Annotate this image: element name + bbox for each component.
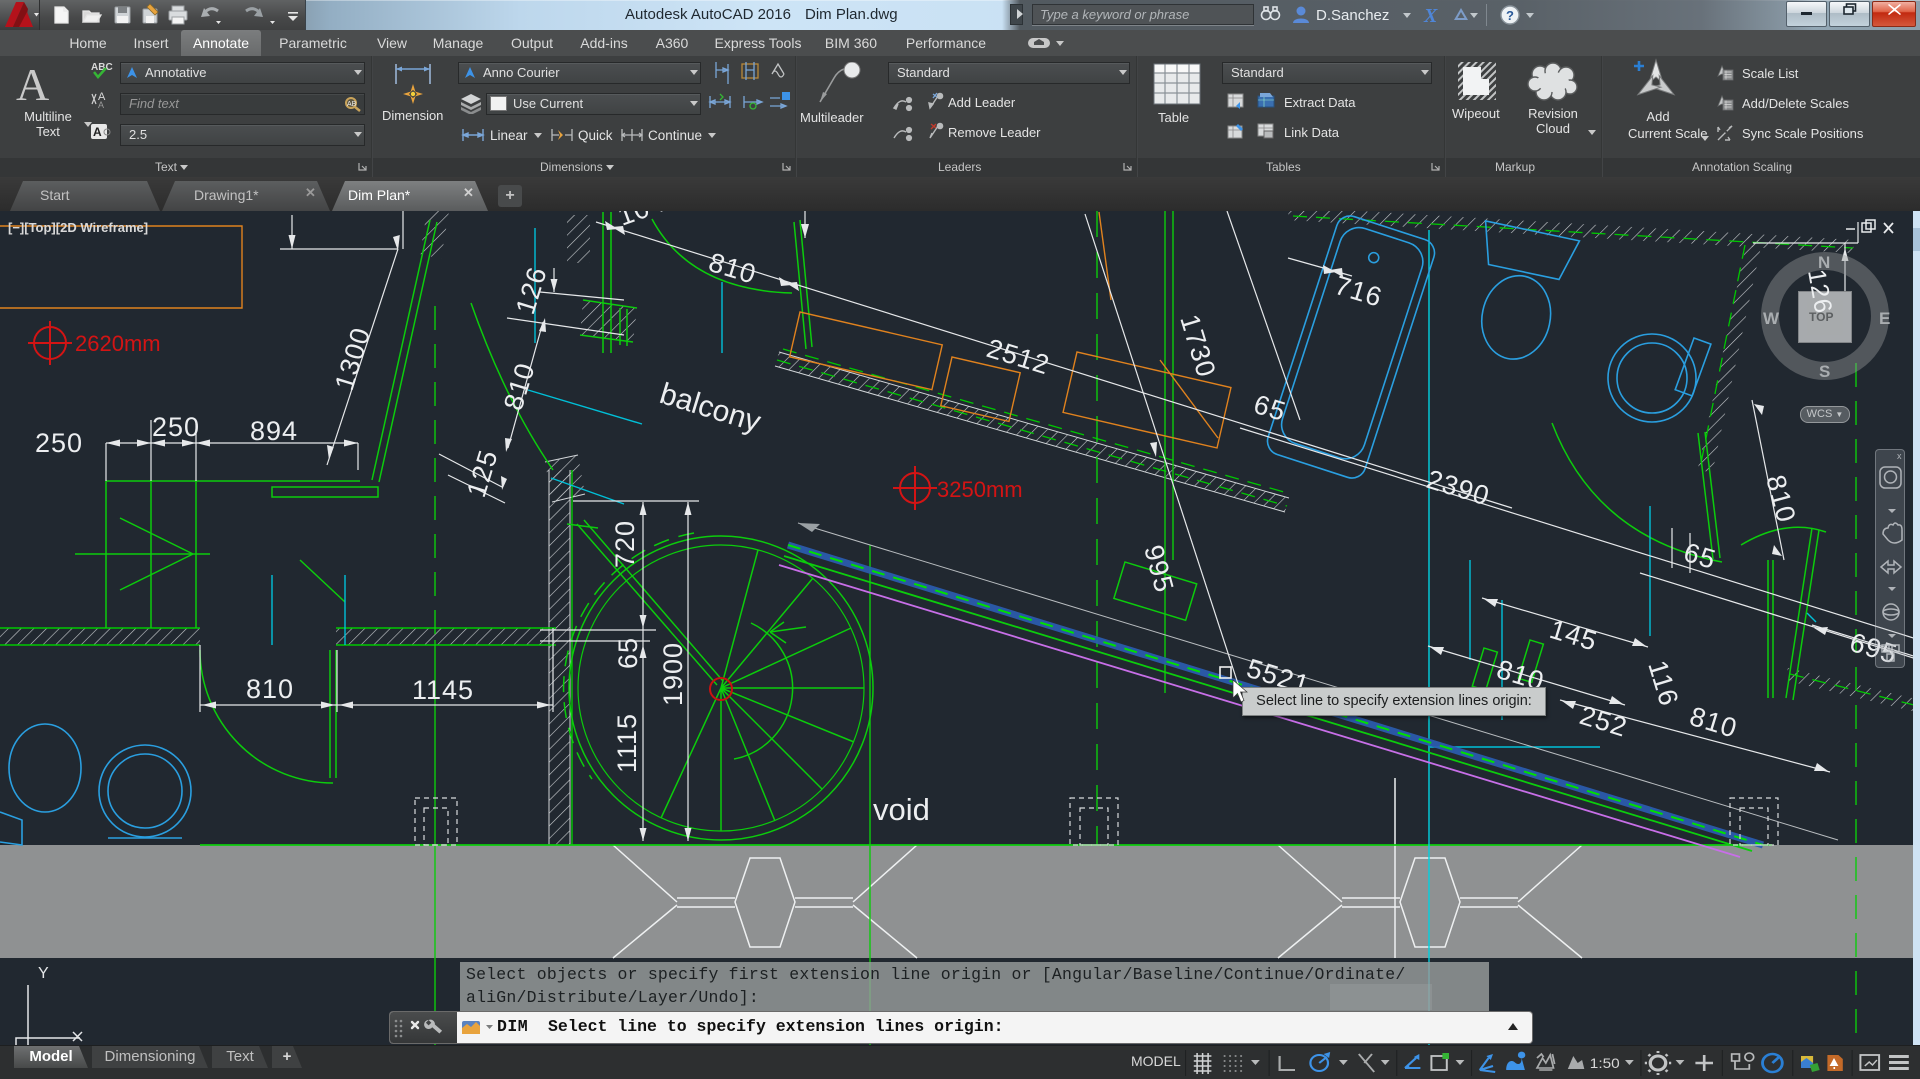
svg-text:2512: 2512 (983, 333, 1053, 380)
svg-text:Linear: Linear (490, 128, 528, 143)
svg-text:1300: 1300 (329, 324, 376, 394)
svg-text:Y: Y (38, 965, 49, 982)
svg-text:X: X (1423, 5, 1438, 27)
svg-text:250: 250 (152, 412, 200, 442)
svg-text:2620mm: 2620mm (75, 331, 161, 356)
svg-text:810: 810 (1686, 701, 1741, 744)
svg-text:2390: 2390 (1423, 464, 1493, 511)
svg-text:145: 145 (1546, 614, 1601, 657)
svg-text:Quick: Quick (578, 128, 613, 143)
svg-text:A: A (98, 100, 104, 110)
svg-text:A: A (93, 125, 102, 139)
svg-text:D.Sanchez: D.Sanchez (1316, 7, 1389, 24)
svg-text:Continue: Continue (648, 128, 702, 143)
svg-text:104: 104 (614, 211, 669, 232)
svg-text:x: x (1897, 451, 1902, 461)
svg-text:116: 116 (1642, 657, 1684, 710)
svg-text:810: 810 (246, 674, 294, 704)
svg-text:125: 125 (461, 446, 504, 501)
svg-text:810: 810 (498, 359, 541, 414)
svg-text:1730: 1730 (1174, 311, 1221, 381)
svg-text:65: 65 (1250, 389, 1289, 427)
svg-text:65: 65 (1680, 537, 1719, 575)
svg-text:3250mm: 3250mm (937, 477, 1023, 502)
svg-text:894: 894 (250, 416, 298, 446)
svg-text:1115: 1115 (612, 713, 642, 773)
svg-text:1145: 1145 (412, 675, 474, 705)
svg-text:126: 126 (1802, 267, 1837, 316)
svg-text:1900: 1900 (658, 642, 688, 706)
svg-text:252: 252 (1576, 700, 1631, 743)
svg-text:void: void (873, 792, 930, 827)
svg-text:126: 126 (510, 263, 553, 318)
svg-text:810: 810 (1760, 472, 1801, 526)
svg-text:65: 65 (613, 637, 643, 669)
svg-text:?: ? (1506, 8, 1514, 23)
svg-text:720: 720 (610, 520, 640, 568)
svg-text:AB: AB (347, 101, 357, 108)
svg-text:1:50: 1:50 (1590, 1057, 1620, 1072)
svg-text:810: 810 (705, 247, 760, 290)
svg-text:716: 716 (1331, 270, 1386, 313)
svg-text:250: 250 (35, 428, 83, 458)
svg-text:balcony: balcony (656, 377, 765, 439)
